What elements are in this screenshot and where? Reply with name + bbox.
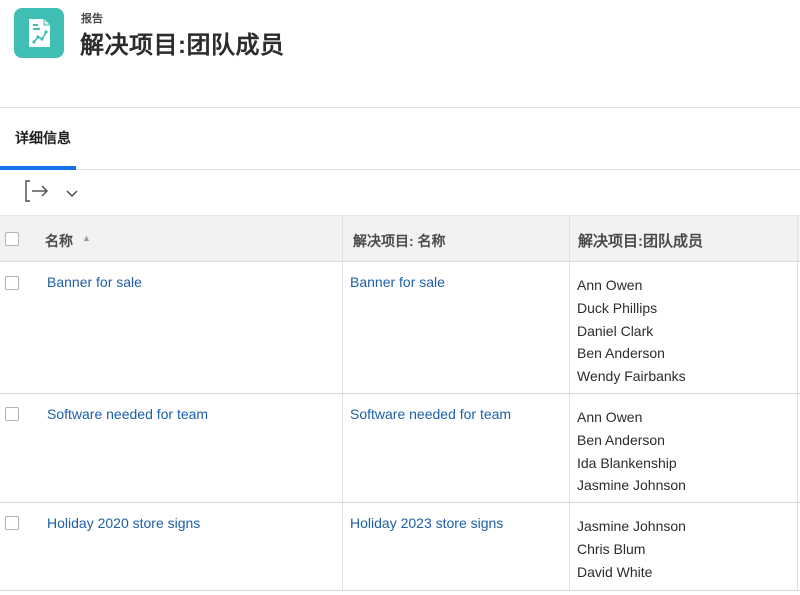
toolbar — [0, 171, 800, 215]
export-button[interactable] — [20, 177, 52, 205]
export-icon — [25, 180, 48, 202]
column-resolve-name-label: 解决项目: 名称 — [353, 233, 446, 249]
team-member: Duck Phillips — [577, 299, 658, 316]
name-cell: Banner for sale — [30, 262, 343, 393]
active-tab-indicator — [0, 166, 76, 170]
page-subtitle: 报告 — [81, 13, 103, 25]
team-member: Daniel Clark — [577, 322, 654, 339]
export-options-button[interactable] — [62, 183, 82, 203]
page-header: 报告 解决项目:团队成员 — [0, 0, 800, 108]
resolve-name-link[interactable]: Banner for sale — [350, 274, 445, 290]
table-row: Software needed for team Software needed… — [0, 394, 800, 503]
table-row: Holiday 2020 store signs Holiday 2023 st… — [0, 503, 800, 591]
select-all-checkbox[interactable] — [5, 232, 19, 246]
team-member: Jasmine Johnson — [577, 477, 686, 494]
column-resolve-team-label: 解决项目:团队成员 — [578, 233, 703, 250]
name-link[interactable]: Holiday 2020 store signs — [47, 515, 200, 531]
tab-details-label: 详细信息 — [15, 130, 71, 146]
tab-bar: 详细信息 — [0, 108, 800, 170]
team-members-list: Ann Owen Ben Anderson Ida Blankenship Ja… — [577, 406, 686, 497]
team-members-list: Jasmine Johnson Chris Blum David White — [577, 515, 686, 583]
report-icon — [14, 8, 64, 58]
row-select-cell — [0, 262, 30, 393]
resolve-name-cell: Holiday 2023 store signs — [343, 503, 570, 590]
team-member: Wendy Fairbanks — [577, 368, 686, 385]
column-header-resolve-team[interactable]: 解决项目:团队成员 — [570, 216, 798, 262]
resolve-name-link[interactable]: Software needed for team — [350, 406, 511, 422]
resolve-name-cell: Software needed for team — [343, 394, 570, 502]
team-member: Chris Blum — [577, 540, 646, 557]
row-select-cell — [0, 394, 30, 502]
name-cell: Holiday 2020 store signs — [30, 503, 343, 590]
table-header: 名称 ▲ 解决项目: 名称 解决项目:团队成员 — [0, 215, 800, 262]
team-member: Ann Owen — [577, 277, 643, 293]
name-cell: Software needed for team — [30, 394, 343, 502]
tab-details[interactable]: 详细信息 — [0, 108, 76, 170]
chevron-down-icon — [66, 190, 78, 198]
resolve-name-link[interactable]: Holiday 2023 store signs — [350, 515, 503, 531]
team-members-list: Ann Owen Duck Phillips Daniel Clark Ben … — [577, 274, 686, 388]
team-member: Ann Owen — [577, 409, 643, 425]
page-title: 解决项目:团队成员 — [80, 32, 285, 59]
sort-arrow-icon: ▲ — [82, 233, 91, 243]
row-select-cell — [0, 503, 30, 590]
name-link[interactable]: Software needed for team — [47, 406, 208, 422]
team-member: Jasmine Johnson — [577, 518, 686, 534]
column-header-name[interactable]: 名称 ▲ — [30, 216, 343, 262]
resolve-name-cell: Banner for sale — [343, 262, 570, 393]
header-select-cell — [0, 216, 30, 262]
column-header-resolve-name[interactable]: 解决项目: 名称 — [343, 216, 570, 262]
team-member: Ben Anderson — [577, 345, 665, 362]
team-member: Ida Blankenship — [577, 454, 677, 471]
team-member: David White — [577, 563, 653, 580]
team-member: Ben Anderson — [577, 431, 665, 448]
column-name-label: 名称 — [45, 233, 73, 249]
name-link[interactable]: Banner for sale — [47, 274, 142, 290]
table-row: Banner for sale Banner for sale Ann Owen… — [0, 262, 800, 394]
row-checkbox[interactable] — [5, 276, 19, 290]
row-checkbox[interactable] — [5, 516, 19, 530]
row-checkbox[interactable] — [5, 407, 19, 421]
